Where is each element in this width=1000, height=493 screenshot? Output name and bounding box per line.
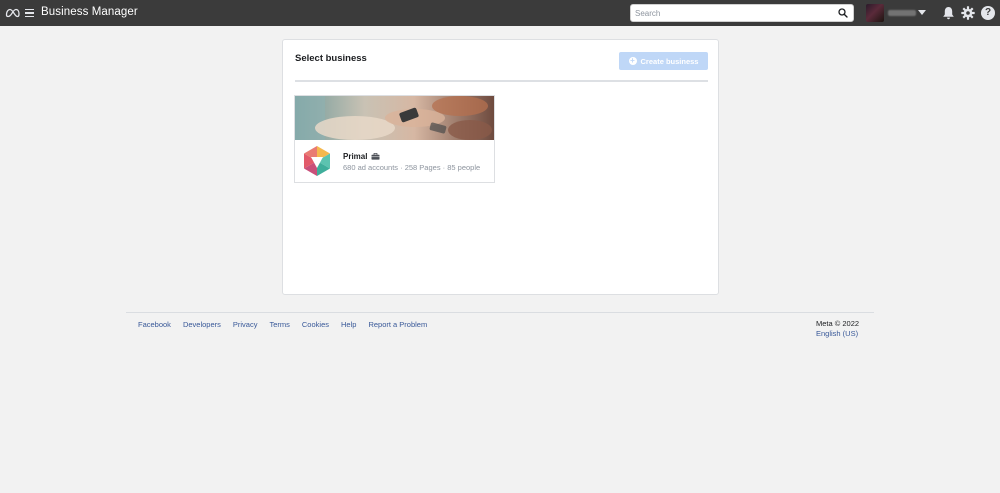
footer-link-report-problem[interactable]: Report a Problem xyxy=(368,320,427,329)
business-cover-image xyxy=(295,96,494,140)
divider xyxy=(295,80,708,82)
create-business-label: Create business xyxy=(640,56,699,66)
business-logo xyxy=(304,146,330,176)
footer-link-facebook[interactable]: Facebook xyxy=(138,320,171,329)
business-name: Primal xyxy=(343,152,368,161)
meta-logo-icon[interactable] xyxy=(5,6,20,20)
avatar[interactable] xyxy=(866,4,884,22)
search-input[interactable] xyxy=(635,5,835,21)
footer-links: Facebook Developers Privacy Terms Cookie… xyxy=(138,320,427,329)
business-name-row: Primal xyxy=(343,152,380,161)
account-name[interactable] xyxy=(888,10,916,16)
search-box[interactable] xyxy=(630,4,854,22)
briefcase-icon xyxy=(371,153,380,160)
business-stats: 680 ad accounts · 258 Pages · 85 people xyxy=(343,163,481,172)
caret-down-icon[interactable] xyxy=(918,10,926,15)
footer-link-terms[interactable]: Terms xyxy=(269,320,289,329)
create-business-button[interactable]: + Create business xyxy=(619,52,708,70)
footer-language-link[interactable]: English (US) xyxy=(816,329,858,338)
app-title[interactable]: Business Manager xyxy=(41,6,138,18)
business-card[interactable]: Primal 680 ad accounts · 258 Pages · 85 … xyxy=(294,95,495,183)
help-icon[interactable]: ? xyxy=(981,6,995,20)
plus-icon: + xyxy=(628,56,637,65)
footer-link-privacy[interactable]: Privacy xyxy=(233,320,258,329)
footer-copyright: Meta © 2022 xyxy=(816,319,860,328)
select-business-panel: Select business + Create business Primal… xyxy=(282,39,719,295)
top-bar: Business Manager ? xyxy=(0,0,1000,26)
gear-icon[interactable] xyxy=(961,6,975,20)
panel-title: Select business xyxy=(295,53,367,64)
menu-icon[interactable] xyxy=(25,7,35,19)
footer-link-cookies[interactable]: Cookies xyxy=(302,320,329,329)
footer-divider xyxy=(126,312,874,313)
footer-link-developers[interactable]: Developers xyxy=(183,320,221,329)
search-icon[interactable] xyxy=(838,8,848,18)
footer-link-help[interactable]: Help xyxy=(341,320,356,329)
bell-icon[interactable] xyxy=(942,6,955,20)
